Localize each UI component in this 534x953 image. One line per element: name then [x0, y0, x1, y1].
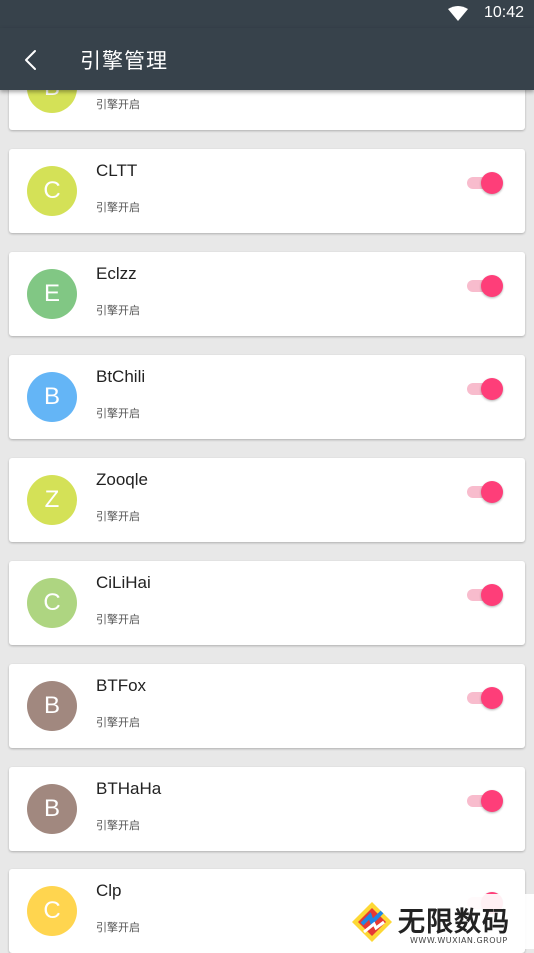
engine-card-cltt[interactable]: C CLTT 引擎开启	[9, 149, 525, 233]
engine-avatar: E	[27, 269, 77, 319]
brand-logo-icon	[352, 902, 392, 942]
watermark: 无限数码 WWW.WUXIAN.GROUP	[344, 894, 534, 949]
engine-toggle[interactable]	[465, 274, 503, 298]
engine-avatar: C	[27, 166, 77, 216]
engine-card-btchili[interactable]: B BtChili 引擎开启	[9, 355, 525, 439]
engine-avatar: B	[27, 372, 77, 422]
status-time: 10:42	[483, 4, 524, 21]
engine-status: 引擎开启	[96, 921, 140, 934]
engine-status: 引擎开启	[96, 304, 140, 317]
engine-avatar: B	[27, 784, 77, 834]
engine-toggle[interactable]	[465, 377, 503, 401]
back-arrow-icon[interactable]	[20, 48, 44, 72]
page-title: 引擎管理	[80, 49, 168, 73]
engine-status: 引擎开启	[96, 407, 140, 420]
engine-name: CiLiHai	[96, 573, 151, 592]
app-bar: 引擎管理	[0, 28, 534, 90]
engine-toggle[interactable]	[465, 686, 503, 710]
engine-name: Clp	[96, 881, 122, 900]
engine-status: 引擎开启	[96, 613, 140, 626]
engine-name: CLTT	[96, 161, 138, 180]
engine-avatar: C	[27, 578, 77, 628]
engine-avatar: Z	[27, 475, 77, 525]
engine-name: BTHaHa	[96, 779, 162, 798]
engine-status: 引擎开启	[96, 201, 140, 214]
engine-status: 引擎开启	[96, 716, 140, 729]
engine-status: 引擎开启	[96, 510, 140, 523]
engine-toggle[interactable]	[465, 583, 503, 607]
engine-toggle[interactable]	[465, 171, 503, 195]
wifi-icon	[448, 6, 468, 21]
engine-avatar: B	[27, 681, 77, 731]
engine-card-cilihai[interactable]: C CiLiHai 引擎开启	[9, 561, 525, 645]
engine-card-eclzz[interactable]: E Eclzz 引擎开启	[9, 252, 525, 336]
engine-name: BtChili	[96, 367, 146, 386]
engine-card-zooqle[interactable]: Z Zooqle 引擎开启	[9, 458, 525, 542]
engine-name: Eclzz	[96, 264, 137, 283]
engine-status: 引擎开启	[96, 98, 140, 111]
engine-list: B 引擎开启 C CLTT 引擎开启 E Eclzz 引擎开启 B BtChil…	[0, 0, 534, 953]
status-bar: 10:42	[0, 0, 534, 28]
engine-card-btfox[interactable]: B BTFox 引擎开启	[9, 664, 525, 748]
engine-name: BTFox	[96, 676, 147, 695]
engine-status: 引擎开启	[96, 819, 140, 832]
engine-toggle[interactable]	[465, 789, 503, 813]
watermark-title: 无限数码	[398, 907, 510, 938]
engine-card-bthaha[interactable]: B BTHaHa 引擎开启	[9, 767, 525, 851]
engine-name: Zooqle	[96, 470, 148, 489]
engine-avatar: C	[27, 886, 77, 936]
engine-toggle[interactable]	[465, 480, 503, 504]
watermark-url: WWW.WUXIAN.GROUP	[410, 936, 508, 945]
